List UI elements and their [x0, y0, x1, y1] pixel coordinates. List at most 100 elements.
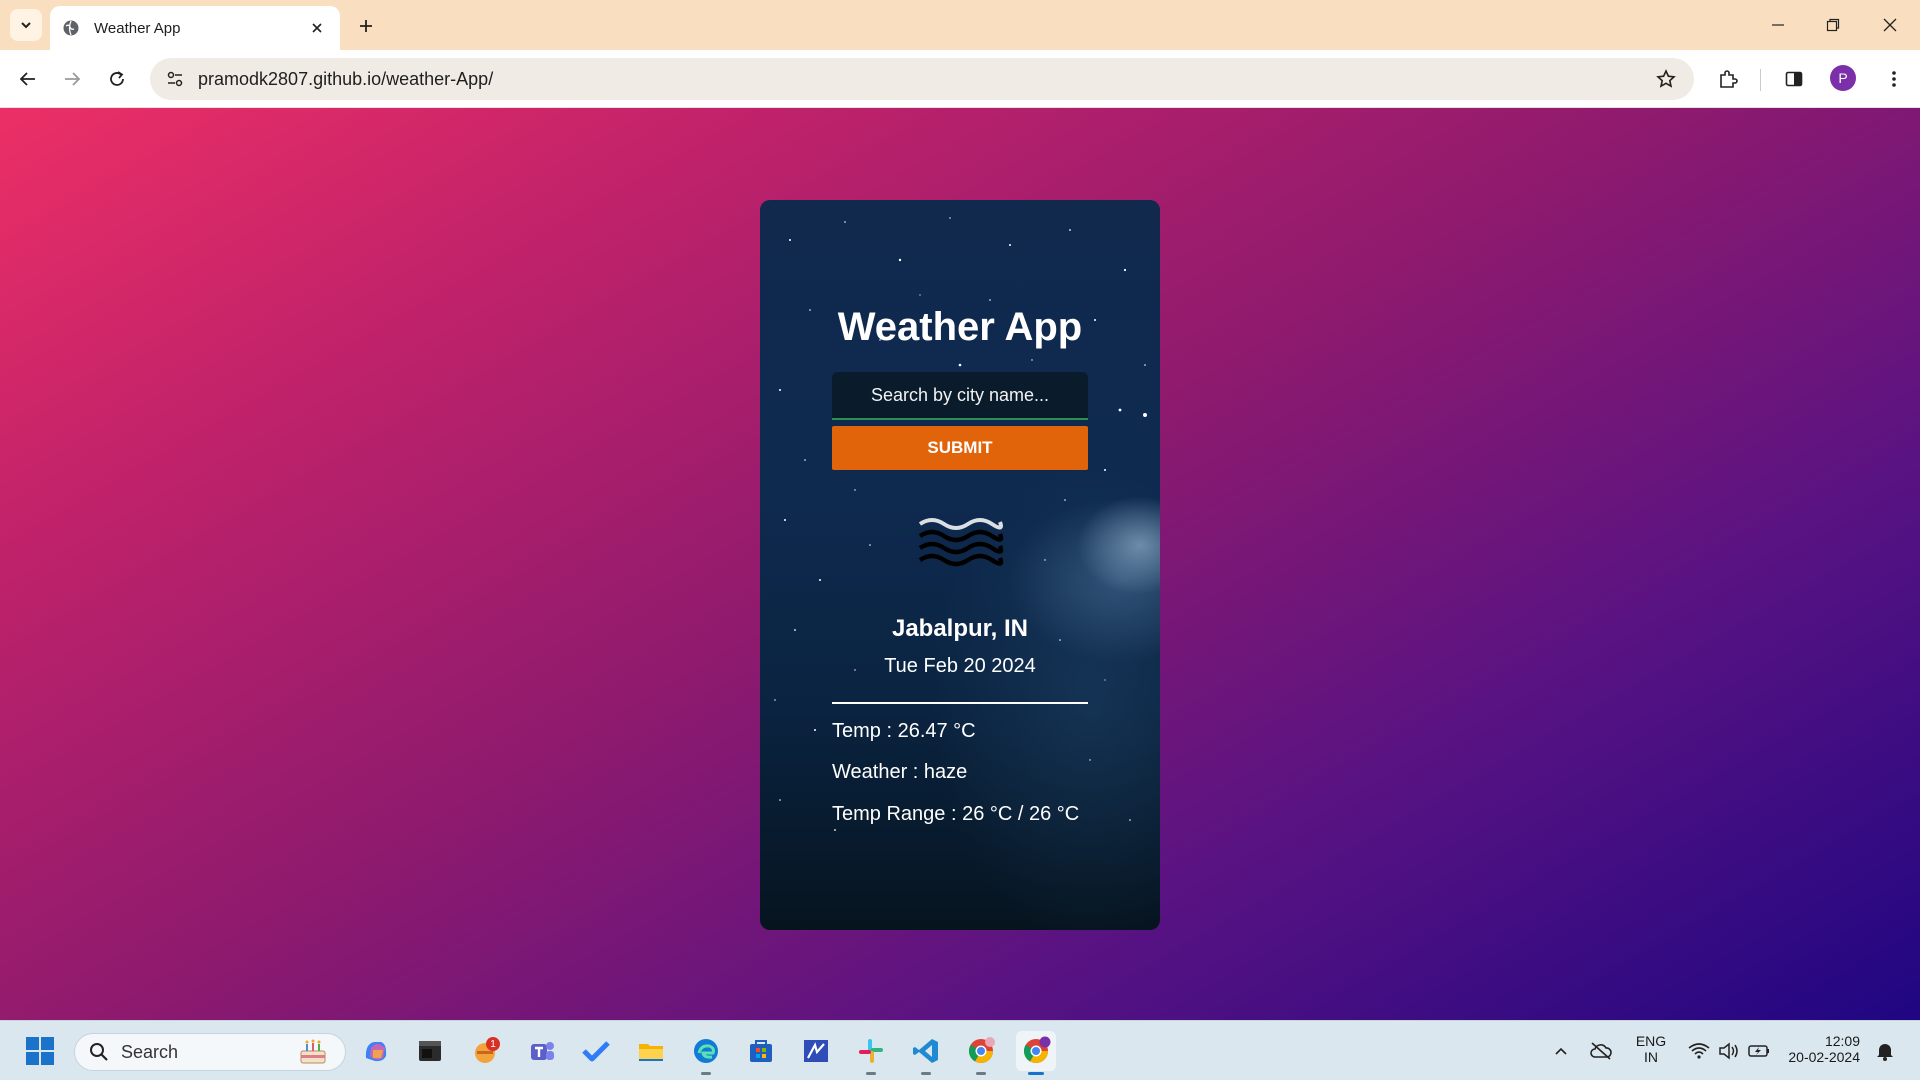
battery-status[interactable]: [1744, 1031, 1774, 1071]
running-indicator: [866, 1072, 876, 1075]
restore-icon: [1826, 18, 1840, 32]
terminal-icon: [419, 1041, 441, 1061]
temp-range-text: Temp Range : 26 °C / 26 °C: [832, 803, 1080, 825]
tab-strip: Weather App: [0, 0, 1920, 50]
browser-toolbar: pramodk2807.github.io/weather-App/: [0, 50, 1920, 108]
taskbar-chrome-profile[interactable]: [1016, 1031, 1056, 1075]
clock[interactable]: 12:09 20-02-2024: [1780, 1033, 1860, 1065]
show-hidden-icons[interactable]: [1544, 1031, 1578, 1071]
language-indicator[interactable]: ENG IN: [1628, 1033, 1674, 1065]
windows-logo-icon: [26, 1037, 54, 1065]
page-background: Weather App SUBMIT Jabalpur, IN Tue Feb …: [0, 108, 1920, 1020]
minimize-icon: [1772, 24, 1784, 26]
plus-icon: [360, 20, 372, 32]
arrow-left-icon: [19, 72, 35, 86]
forward-button[interactable]: [56, 63, 88, 95]
current-date: Tue Feb 20 2024: [884, 655, 1036, 677]
extensions-icon[interactable]: [1712, 63, 1744, 95]
taskbar-terminal[interactable]: [410, 1031, 450, 1071]
taskbar-slack[interactable]: [851, 1031, 891, 1075]
taskbar-chrome[interactable]: [961, 1031, 1001, 1075]
weather-card: Weather App SUBMIT Jabalpur, IN Tue Feb …: [760, 200, 1160, 930]
tab-search-button[interactable]: [10, 9, 42, 41]
new-tab-button[interactable]: [352, 12, 380, 40]
file-explorer-icon: [639, 1044, 663, 1061]
chrome-icon: [968, 1037, 995, 1064]
teams-icon: [531, 1042, 554, 1060]
powerautomate-icon: [804, 1040, 828, 1062]
todo-icon: [582, 1041, 610, 1062]
globe-icon: [62, 19, 80, 37]
notification-center[interactable]: [1870, 1031, 1900, 1071]
tab-title: Weather App: [94, 19, 181, 37]
volume-status[interactable]: [1714, 1031, 1744, 1071]
submit-button[interactable]: SUBMIT: [832, 426, 1088, 470]
toolbar-divider: [1760, 69, 1761, 91]
wifi-status[interactable]: [1684, 1031, 1714, 1071]
reload-icon: [110, 71, 124, 86]
side-panel-icon[interactable]: [1778, 63, 1810, 95]
app-title: Weather App: [837, 305, 1083, 349]
more-menu-icon[interactable]: [1878, 63, 1910, 95]
speaker-icon: [1719, 1042, 1738, 1060]
notification-badge: 1: [490, 1039, 496, 1050]
edge-icon: [694, 1039, 718, 1063]
taskbar-file-explorer[interactable]: [631, 1031, 671, 1071]
site-info-icon[interactable]: [164, 68, 186, 90]
tab-close-icon[interactable]: [306, 17, 328, 39]
weather-card-content: Weather App SUBMIT Jabalpur, IN Tue Feb …: [760, 200, 1160, 930]
taskbar-search[interactable]: Search: [74, 1033, 346, 1071]
notification-app-icon: 1: [475, 1037, 500, 1063]
store-icon: [750, 1040, 772, 1062]
city-name: Jabalpur, IN: [891, 615, 1029, 642]
divider: [832, 702, 1088, 704]
taskbar: Search 1 ENG IN 12:09 20-02-2024: [0, 1020, 1920, 1080]
search-icon: [90, 1043, 108, 1061]
taskbar-search-label: Search: [121, 1041, 179, 1062]
haze-icon: [918, 518, 1004, 567]
weather-description: Weather : haze: [832, 761, 968, 783]
slack-icon: [859, 1039, 883, 1063]
temperature-text: Temp : 26.47 °C: [832, 720, 976, 742]
taskbar-copilot[interactable]: [356, 1031, 396, 1071]
taskbar-edge[interactable]: [686, 1031, 726, 1075]
onedrive-status[interactable]: [1584, 1031, 1618, 1071]
clock-date: 20-02-2024: [1788, 1049, 1860, 1065]
city-search-input[interactable]: [832, 372, 1088, 420]
profile-avatar[interactable]: P: [1830, 65, 1856, 91]
browser-tab[interactable]: Weather App: [50, 6, 340, 50]
start-button[interactable]: [20, 1031, 60, 1071]
cake-icon: [300, 1039, 326, 1064]
reload-button[interactable]: [101, 63, 133, 95]
running-indicator: [976, 1072, 986, 1075]
bell-icon: [1877, 1044, 1893, 1061]
taskbar-teams[interactable]: [522, 1031, 562, 1071]
taskbar-power-automate[interactable]: [796, 1031, 836, 1071]
bookmark-star-icon[interactable]: [1652, 65, 1680, 93]
chevron-down-icon: [21, 22, 31, 29]
restore-button[interactable]: [1815, 10, 1851, 40]
taskbar-store[interactable]: [741, 1031, 781, 1071]
language-label: ENG: [1635, 1033, 1667, 1049]
copilot-icon: [365, 1042, 387, 1062]
minimize-button[interactable]: [1760, 10, 1796, 40]
chrome-profile-icon: [1023, 1036, 1051, 1064]
vscode-icon: [913, 1039, 938, 1063]
back-button[interactable]: [12, 63, 44, 95]
clock-time: 12:09: [1824, 1033, 1860, 1049]
active-indicator: [1028, 1072, 1044, 1075]
battery-charging-icon: [1748, 1045, 1769, 1057]
cloud-offline-icon: [1590, 1042, 1612, 1060]
close-window-button[interactable]: [1872, 10, 1908, 40]
arrow-right-icon: [65, 72, 81, 86]
taskbar-notification-app[interactable]: 1: [466, 1031, 506, 1071]
address-bar[interactable]: pramodk2807.github.io/weather-App/: [150, 58, 1694, 100]
taskbar-todo[interactable]: [576, 1031, 616, 1071]
url-text[interactable]: pramodk2807.github.io/weather-App/: [198, 69, 1652, 90]
taskbar-vscode[interactable]: [906, 1031, 946, 1075]
region-label: IN: [1644, 1049, 1658, 1065]
chevron-up-icon: [1555, 1047, 1567, 1055]
close-icon: [1883, 18, 1897, 32]
wifi-icon: [1688, 1043, 1710, 1059]
running-indicator: [701, 1072, 711, 1075]
